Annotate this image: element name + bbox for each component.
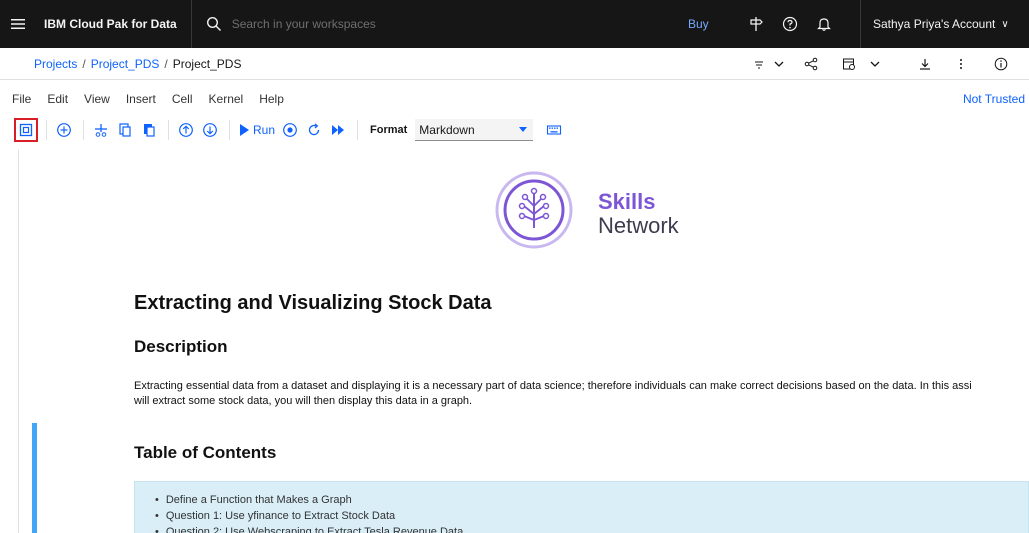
top-header: IBM Cloud Pak for Data Buy Sathya Priya'… xyxy=(0,0,1029,48)
description-line: Extracting essential data from a dataset… xyxy=(134,380,972,392)
copy-cell-button[interactable] xyxy=(114,119,136,141)
description-heading: Description xyxy=(134,337,228,356)
insert-cell-button[interactable] xyxy=(53,119,75,141)
toolbar-divider xyxy=(357,120,359,140)
breadcrumb-current: Project_PDS xyxy=(172,56,242,71)
kernel-status-icon[interactable] xyxy=(752,48,766,80)
add-circle-icon xyxy=(57,123,71,137)
notebook-toolbar: Run Format Markdown xyxy=(0,115,1029,145)
menu-kernel[interactable]: Kernel xyxy=(201,92,252,106)
menu-help[interactable]: Help xyxy=(251,92,292,106)
run-label: Run xyxy=(253,123,276,137)
notification-bell-icon[interactable] xyxy=(816,16,832,32)
breadcrumb-separator: / xyxy=(82,56,86,71)
chevron-down-icon[interactable] xyxy=(772,48,786,80)
cut-icon xyxy=(95,124,107,137)
restart-icon xyxy=(308,123,320,136)
menu-insert[interactable]: Insert xyxy=(118,92,164,106)
hamburger-menu-icon[interactable] xyxy=(0,0,36,48)
chevron-down-icon: ∨ xyxy=(1001,18,1009,30)
arrow-down-circle-icon xyxy=(203,123,217,137)
format-value: Markdown xyxy=(419,122,475,137)
toolbar-divider xyxy=(229,120,230,140)
logo-text-network: Network xyxy=(598,213,679,238)
breadcrumb-separator: / xyxy=(164,56,168,71)
keyboard-shortcuts-button[interactable] xyxy=(543,119,565,141)
search-area xyxy=(192,0,662,48)
download-icon[interactable] xyxy=(918,48,932,80)
play-icon xyxy=(240,124,249,136)
save-icon xyxy=(19,123,33,137)
list-item[interactable]: Question 2: Use Webscraping to Extract T… xyxy=(155,524,1028,533)
cut-cell-button[interactable] xyxy=(90,119,112,141)
overflow-menu-icon[interactable] xyxy=(954,48,968,80)
paste-cell-button[interactable] xyxy=(138,119,160,141)
menu-view[interactable]: View xyxy=(76,92,118,106)
copy-icon xyxy=(119,123,131,137)
account-label: Sathya Priya's Account xyxy=(873,17,996,31)
move-cell-up-button[interactable] xyxy=(175,119,197,141)
list-item[interactable]: Question 1: Use yfinance to Extract Stoc… xyxy=(155,508,1028,524)
breadcrumb-projects[interactable]: Projects xyxy=(34,57,77,71)
skills-network-logo-icon xyxy=(494,170,574,250)
description-line: will extract some stock data, you will t… xyxy=(134,395,473,407)
paste-icon xyxy=(144,124,155,137)
toc-heading: Table of Contents xyxy=(134,443,277,462)
save-notebook-button[interactable] xyxy=(14,118,38,142)
notebook-title: Extracting and Visualizing Stock Data xyxy=(134,292,492,314)
help-icon[interactable] xyxy=(782,16,798,32)
breadcrumb: Projects / Project_PDS / Project_PDS xyxy=(0,48,1029,80)
interrupt-kernel-button[interactable] xyxy=(279,119,301,141)
account-switcher[interactable]: Sathya Priya's Account ∨ xyxy=(860,0,1009,48)
run-all-button[interactable] xyxy=(327,119,349,141)
menu-file[interactable]: File xyxy=(4,92,39,106)
toolbar-divider xyxy=(168,120,169,140)
format-label: Format xyxy=(370,124,408,136)
caret-down-icon xyxy=(519,127,528,132)
toolbar-divider xyxy=(46,120,47,140)
brand-name[interactable]: IBM Cloud Pak for Data xyxy=(36,0,192,48)
menu-edit[interactable]: Edit xyxy=(39,92,76,106)
search-icon[interactable] xyxy=(206,16,222,32)
restart-kernel-button[interactable] xyxy=(303,119,325,141)
keyboard-icon xyxy=(547,125,562,135)
arrow-up-circle-icon xyxy=(179,123,193,137)
search-input[interactable] xyxy=(231,17,632,31)
trust-status[interactable]: Not Trusted xyxy=(963,88,1025,110)
stop-circle-icon xyxy=(283,123,297,137)
move-cell-down-button[interactable] xyxy=(199,119,221,141)
menu-cell[interactable]: Cell xyxy=(164,92,201,106)
list-item[interactable]: Define a Function that Makes a Graph xyxy=(155,492,1028,508)
breadcrumb-project[interactable]: Project_PDS xyxy=(91,57,160,71)
toc-list: Define a Function that Makes a Graph Que… xyxy=(134,481,1029,533)
fast-forward-icon xyxy=(332,125,345,135)
run-cell-button[interactable]: Run xyxy=(240,123,275,137)
toolbar-divider xyxy=(83,120,84,140)
signpost-icon[interactable] xyxy=(748,16,764,32)
buy-link[interactable]: Buy xyxy=(688,0,709,48)
notebook-container-border xyxy=(18,150,19,533)
notebook-menu-bar: File Edit View Insert Cell Kernel Help xyxy=(0,88,1029,110)
share-icon[interactable] xyxy=(804,48,818,80)
info-icon[interactable] xyxy=(994,48,1008,80)
logo-text-skills: Skills xyxy=(598,189,656,214)
chevron-down-icon[interactable] xyxy=(868,48,882,80)
description-paragraph: Extracting essential data from a dataset… xyxy=(134,379,1029,409)
cell-format-select[interactable]: Markdown xyxy=(415,119,534,141)
schedule-job-icon[interactable] xyxy=(842,48,856,80)
